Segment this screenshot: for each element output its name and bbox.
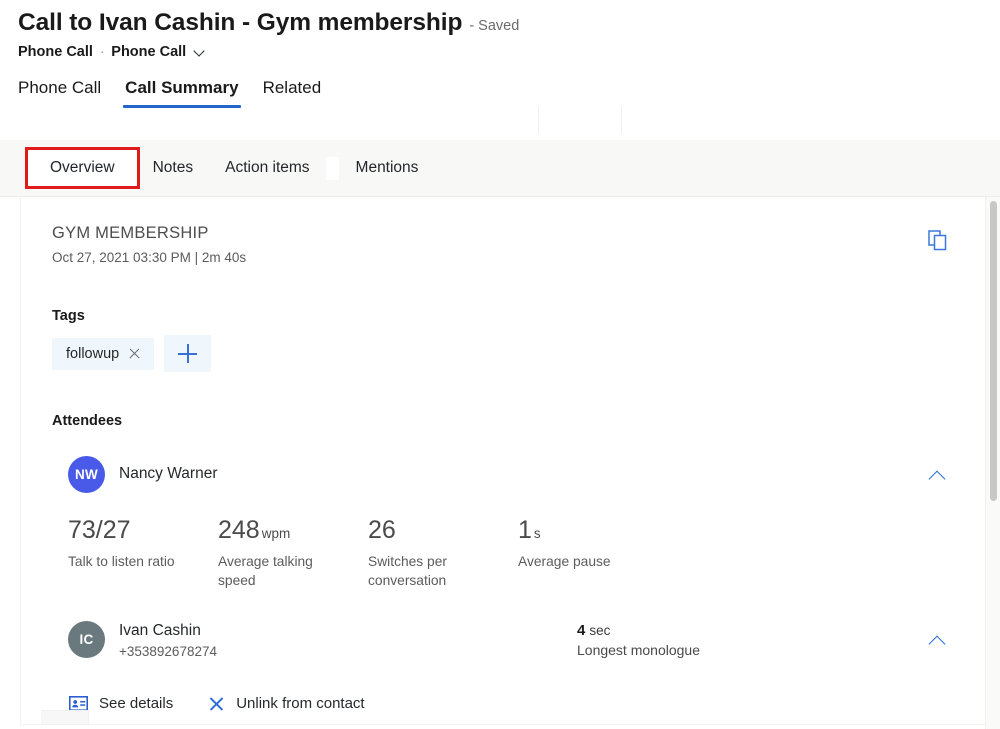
metric-value: 4sec: [577, 621, 767, 641]
metric-value: 1s: [518, 517, 656, 543]
record-header: Call to Ivan Cashin - Gym membership - S…: [0, 0, 1000, 60]
tab-call-summary[interactable]: Call Summary: [113, 78, 250, 107]
metric-label: Longest monologue: [577, 642, 767, 658]
unlink-from-contact-link[interactable]: Unlink from contact: [208, 695, 364, 712]
attendee-metrics: 73/27 Talk to listen ratio 248wpm Averag…: [52, 517, 957, 590]
sub-tab-bar: Overview Notes Action items Mentions: [0, 140, 1000, 197]
metric-value: 26: [368, 517, 506, 543]
overview-content: GYM MEMBERSHIP Oct 27, 2021 03:30 PM | 2…: [21, 197, 987, 712]
subtab-mentions[interactable]: Mentions: [340, 150, 435, 186]
attendee-actions: See details Unlink from contact: [52, 695, 957, 712]
tags-row: followup: [52, 335, 957, 372]
metric-talk-to-listen-ratio: 73/27 Talk to listen ratio: [68, 517, 218, 590]
metric-average-talking-speed: 248wpm Average talking speed: [218, 517, 368, 590]
tag-label: followup: [66, 346, 119, 362]
subtitle-separator: ·: [100, 44, 104, 59]
metric-longest-monologue: 4sec Longest monologue: [577, 621, 767, 659]
subtab-notes[interactable]: Notes: [137, 150, 210, 186]
mentions-badge: [326, 157, 339, 180]
tab-phone-call[interactable]: Phone Call: [18, 78, 113, 107]
copy-icon[interactable]: [923, 225, 953, 255]
page-title: Call to Ivan Cashin - Gym membership: [18, 8, 462, 39]
metric-switches-per-conversation: 26 Switches per conversation: [368, 517, 518, 590]
attendee-name: Nancy Warner: [119, 464, 217, 485]
metric-label: Average talking speed: [218, 552, 342, 591]
partial-footer-element: [41, 710, 89, 724]
tag-chip-followup[interactable]: followup: [52, 338, 154, 370]
title-line: Call to Ivan Cashin - Gym membership - S…: [18, 8, 1000, 39]
save-status: - Saved: [469, 18, 519, 34]
close-icon: [208, 695, 225, 712]
chevron-up-icon[interactable]: [924, 630, 952, 650]
metric-label: Switches per conversation: [368, 552, 492, 591]
attendee-name: Ivan Cashin: [119, 621, 217, 642]
scrollbar-track[interactable]: [985, 197, 1000, 729]
subtab-overview[interactable]: Overview: [28, 150, 137, 186]
call-datetime-duration: Oct 27, 2021 03:30 PM | 2m 40s: [52, 250, 957, 265]
metric-label: Average pause: [518, 552, 642, 572]
command-bar-divider-2: [621, 107, 622, 133]
phone-call-record-page: Call to Ivan Cashin - Gym membership - S…: [0, 0, 1000, 729]
record-subtitle: Phone Call · Phone Call: [18, 44, 1000, 60]
form-name: Phone Call: [111, 44, 186, 60]
scrollbar-thumb[interactable]: [990, 201, 997, 501]
metric-value: 73/27: [68, 517, 206, 543]
tags-section-label: Tags: [52, 308, 957, 324]
chevron-down-icon[interactable]: [194, 45, 207, 58]
primary-tab-strip: Phone Call Call Summary Related: [0, 60, 1000, 108]
subtab-mentions-wrapper: Mentions: [326, 150, 435, 186]
attendee-identity: Ivan Cashin +353892678274: [119, 621, 217, 659]
see-details-label: See details: [99, 695, 173, 712]
metric-value: 248wpm: [218, 517, 356, 543]
command-bar-divider-1: [538, 107, 539, 133]
attendees-section-label: Attendees: [52, 413, 957, 429]
avatar: NW: [68, 456, 105, 493]
attendee-row[interactable]: IC Ivan Cashin +353892678274 4sec Longes…: [52, 621, 957, 659]
tab-related[interactable]: Related: [251, 78, 334, 107]
contact-card-icon: [69, 696, 88, 711]
metric-average-pause: 1s Average pause: [518, 517, 668, 590]
call-subject: GYM MEMBERSHIP: [52, 223, 957, 244]
attendee-identity: Nancy Warner: [119, 464, 217, 485]
close-icon[interactable]: [128, 347, 141, 360]
unlink-label: Unlink from contact: [236, 695, 364, 712]
metric-label: Talk to listen ratio: [68, 552, 192, 572]
entity-name: Phone Call: [18, 44, 93, 60]
avatar: IC: [68, 621, 105, 658]
attendee-row[interactable]: NW Nancy Warner: [52, 456, 957, 493]
add-tag-button[interactable]: [164, 335, 211, 372]
call-summary-overview-panel: GYM MEMBERSHIP Oct 27, 2021 03:30 PM | 2…: [20, 197, 988, 725]
subtab-action-items[interactable]: Action items: [209, 150, 325, 186]
chevron-up-icon[interactable]: [924, 465, 952, 485]
attendee-phone: +353892678274: [119, 644, 217, 659]
plus-icon: [178, 344, 197, 363]
